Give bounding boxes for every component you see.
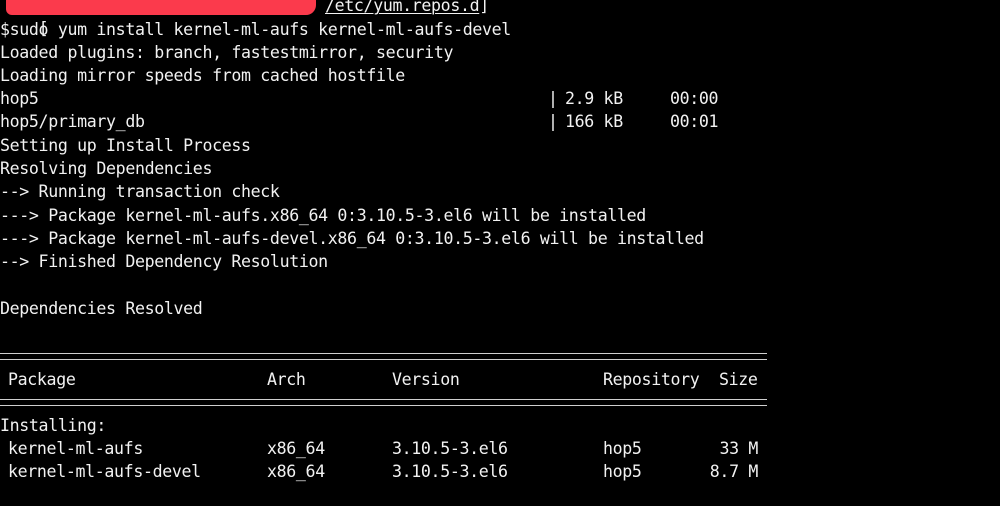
cell-arch: x86_64 xyxy=(267,439,325,458)
redaction-mark xyxy=(6,0,316,15)
output-line: Setting up Install Process xyxy=(0,136,251,155)
table-header-row: Package Arch Version Repository Size xyxy=(0,368,780,391)
output-line: --> Running transaction check xyxy=(0,182,280,201)
download-name: hop5 xyxy=(0,89,39,108)
cell-size: 33 M xyxy=(719,439,758,458)
column-header-version: Version xyxy=(392,370,460,389)
cell-arch: x86_64 xyxy=(267,462,325,481)
column-header-arch: Arch xyxy=(267,370,306,389)
column-header-size: Size xyxy=(719,370,758,389)
cell-package: kernel-ml-aufs-devel xyxy=(8,462,201,481)
download-separator: | xyxy=(548,89,558,108)
command-line: $sudo yum install kernel-ml-aufs kernel-… xyxy=(0,20,511,39)
cell-repository: hop5 xyxy=(603,462,642,481)
download-row: hop5/primary_db | 166 kB 00:01 xyxy=(0,110,780,133)
table-row: kernel-ml-aufs-devel x86_64 3.10.5-3.el6… xyxy=(0,460,780,483)
table-section-label: Installing: xyxy=(0,416,107,435)
output-line: Dependencies Resolved xyxy=(0,299,203,318)
output-line: ---> Package kernel-ml-aufs-devel.x86_64… xyxy=(0,229,704,248)
prompt-path-text: /etc/yum.repos.d xyxy=(325,0,480,15)
table-separator-bottom xyxy=(0,399,767,406)
download-separator: | xyxy=(548,112,558,131)
output-line: Loaded plugins: branch, fastestmirror, s… xyxy=(0,43,454,62)
download-time: 00:00 xyxy=(670,89,719,108)
download-size: 166 kB xyxy=(565,112,623,131)
download-time: 00:01 xyxy=(670,112,719,131)
download-size: 2.9 kB xyxy=(565,89,623,108)
cell-size: 8.7 M xyxy=(709,462,759,481)
prompt-close-bracket: ] xyxy=(479,0,489,15)
cell-package: kernel-ml-aufs xyxy=(8,439,143,458)
output-line: ---> Package kernel-ml-aufs.x86_64 0:3.1… xyxy=(0,206,646,225)
download-name: hop5/primary_db xyxy=(0,112,145,131)
terminal-window[interactable]: [ /etc/yum.repos.d] $sudo yum install ke… xyxy=(0,0,1000,506)
output-line: --> Finished Dependency Resolution xyxy=(0,252,328,271)
column-header-repository: Repository xyxy=(603,370,700,389)
output-line: Loading mirror speeds from cached hostfi… xyxy=(0,66,405,85)
download-row: hop5 | 2.9 kB 00:00 xyxy=(0,87,780,110)
table-row: kernel-ml-aufs x86_64 3.10.5-3.el6 hop5 … xyxy=(0,437,780,460)
column-header-package: Package xyxy=(8,370,76,389)
cell-version: 3.10.5-3.el6 xyxy=(392,462,508,481)
prompt-path: /etc/yum.repos.d] xyxy=(325,0,489,17)
output-line: Resolving Dependencies xyxy=(0,159,213,178)
table-separator-top xyxy=(0,353,767,360)
cell-version: 3.10.5-3.el6 xyxy=(392,439,508,458)
cell-repository: hop5 xyxy=(603,439,642,458)
